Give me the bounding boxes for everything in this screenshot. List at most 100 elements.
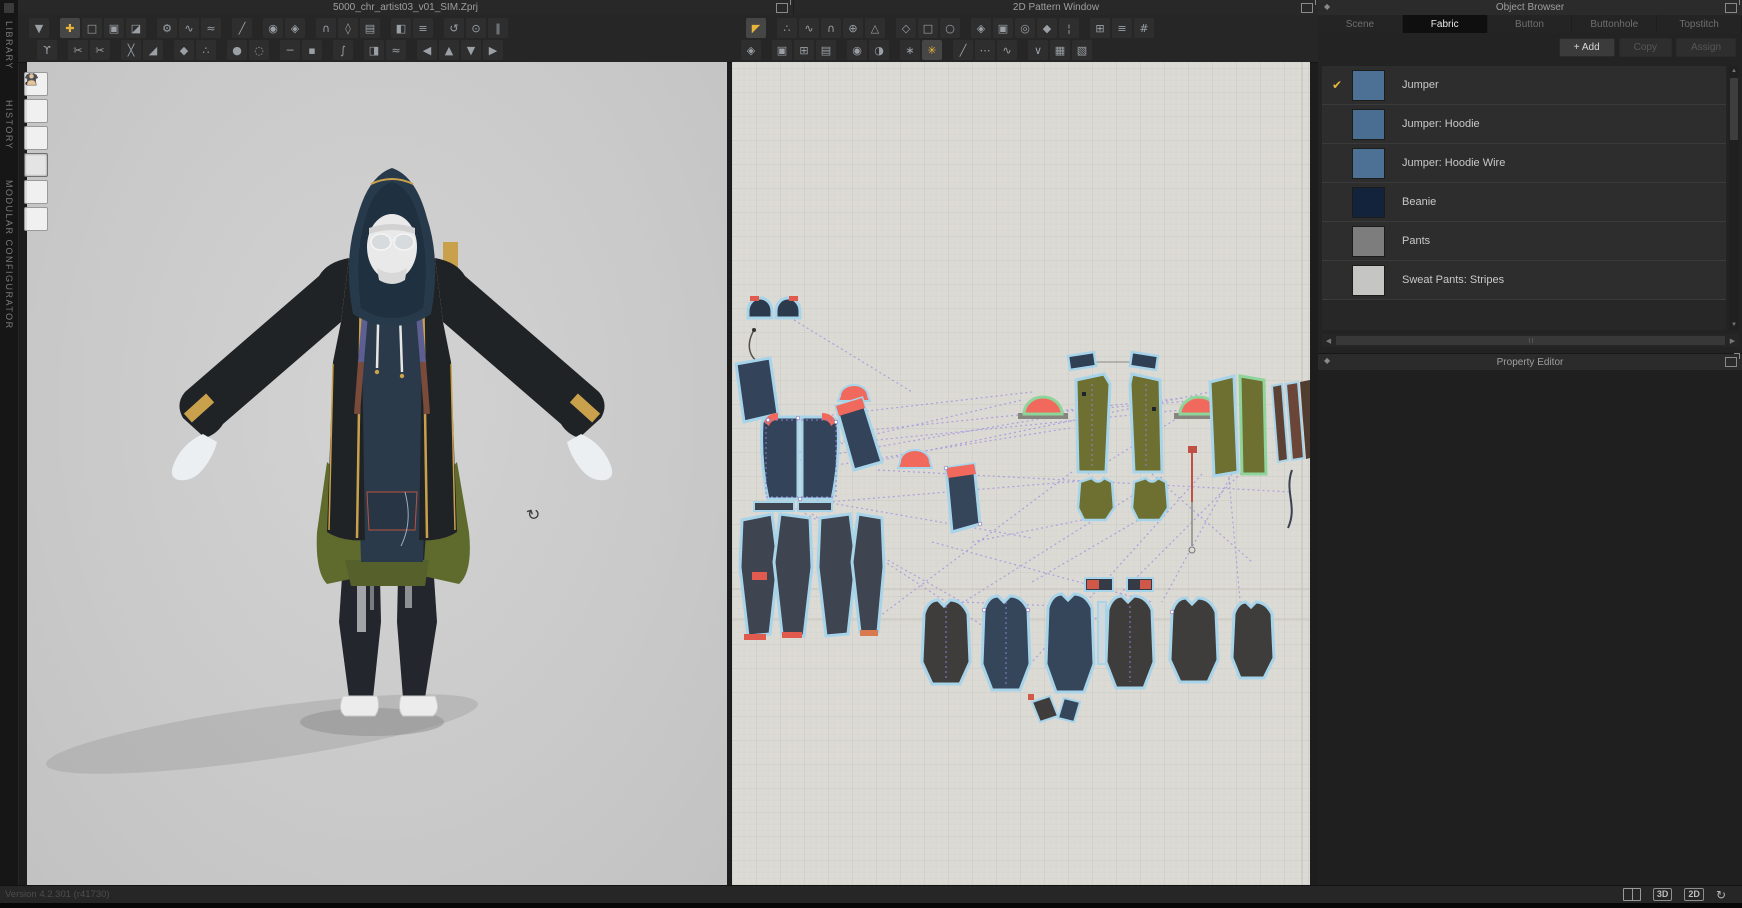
copy-button[interactable]: Copy (1619, 38, 1672, 57)
monochrome-surface-toggle-button[interactable] (24, 180, 48, 204)
hscroll-thumb[interactable] (1336, 336, 1725, 345)
tab-scene[interactable]: Scene (1318, 15, 1402, 33)
scroll-up-icon[interactable]: ▲ (1729, 66, 1739, 76)
stick-seam-tool-button[interactable]: ─ (280, 40, 300, 60)
fabric-swatch[interactable] (1352, 109, 1385, 140)
add-button[interactable]: + Add (1559, 38, 1615, 57)
symmetric-pattern-tool-button[interactable]: ◑ (869, 40, 889, 60)
restore-window-icon[interactable] (776, 3, 788, 13)
fabric-row[interactable]: Sweat Pants: Stripes (1322, 261, 1726, 300)
sync-2d-3d-tool-button[interactable]: ∗ (900, 40, 920, 60)
rail-tab-library[interactable]: LIBRARY (4, 21, 14, 70)
fabric-row[interactable]: Pants (1322, 222, 1726, 261)
base-line-tool-button[interactable]: ¦ (1059, 18, 1079, 38)
wind-controller-tool-button[interactable]: ≈ (386, 40, 406, 60)
property-editor-header[interactable]: ◆ Property Editor (1318, 353, 1742, 371)
fold-arrangement-tool-button[interactable]: ◧ (391, 18, 411, 38)
rectangle-tool-button[interactable]: □ (918, 18, 938, 38)
vscroll-thumb[interactable] (1730, 78, 1738, 140)
free-sewing-3d-tool-button[interactable]: ≈ (201, 18, 221, 38)
fabric-row[interactable]: Jumper: Hoodie (1322, 105, 1726, 144)
lift-left-tool-button[interactable]: ◀ (417, 40, 437, 60)
fabric-row[interactable]: ✔Jumper (1322, 66, 1726, 105)
pin-needle-tool-button[interactable]: ╱ (232, 18, 252, 38)
restore-window-icon[interactable] (1301, 3, 1313, 13)
avatar-pose-tool-button[interactable]: ϒ (37, 40, 57, 60)
select-mesh-tool-button[interactable]: ▣ (104, 18, 124, 38)
fold-panel-tool-button[interactable]: ◨ (364, 40, 384, 60)
unfold-pattern-tool-button[interactable]: ▤ (816, 40, 836, 60)
2d-window-button[interactable]: 2D (1684, 888, 1704, 901)
avatar-skin-toggle-button[interactable] (24, 207, 48, 231)
button-place-tool-button[interactable]: ● (227, 40, 247, 60)
show-internal-lines-toggle-button[interactable] (24, 99, 48, 123)
simulate-tool-button[interactable]: ▼ (29, 18, 49, 38)
textured-surface-toggle-button[interactable] (24, 153, 48, 177)
add-point-split-tool-button[interactable]: ⊕ (843, 18, 863, 38)
edit-contextual-tool-button[interactable]: △ (865, 18, 885, 38)
measure-length-tool-button[interactable]: ◊ (338, 18, 358, 38)
garment-tape-tool-button[interactable]: ▤ (360, 18, 380, 38)
lift-right-tool-button[interactable]: ▶ (483, 40, 503, 60)
sewing-machine-tool-button[interactable]: ⚙ (157, 18, 177, 38)
scroll-right-icon[interactable]: ▶ (1726, 337, 1739, 345)
seam-allowance-tool-button[interactable]: # (1134, 18, 1154, 38)
split-view-icon[interactable] (1623, 888, 1641, 901)
lock-button-tool-button[interactable]: ▪ (302, 40, 322, 60)
notch-tool-button[interactable]: ∨ (1028, 40, 1048, 60)
segment-sewing-tool-button[interactable]: ⋯ (975, 40, 995, 60)
fabric-list-hscrollbar[interactable]: ◀ ▶ (1322, 334, 1739, 347)
viewport-3d[interactable]: ↻ (27, 62, 727, 887)
internal-polygon-tool-button[interactable]: ◈ (971, 18, 991, 38)
tab-button[interactable]: Button (1488, 15, 1572, 33)
copy-pattern-tool-button[interactable]: ⊞ (794, 40, 814, 60)
select-move-tool-button[interactable]: ✚ (60, 18, 80, 38)
assign-button[interactable]: Assign (1676, 38, 1736, 57)
restore-window-icon[interactable] (1725, 3, 1737, 13)
dock-arrow-icon[interactable]: ◆ (1324, 2, 1330, 11)
arrange-to-avatar-tool-button[interactable]: ◈ (741, 40, 761, 60)
pattern-layout-tool-button[interactable]: ▦ (1050, 40, 1070, 60)
rail-tab-history[interactable]: HISTORY (4, 100, 14, 150)
fabric-swatch[interactable] (1352, 187, 1385, 218)
cut-sew-tool-button[interactable]: ╳ (121, 40, 141, 60)
flip-pattern-tool-button[interactable]: ◪ (126, 18, 146, 38)
lift-down-tool-button[interactable]: ▼ (461, 40, 481, 60)
tab-buttonhole[interactable]: Buttonhole (1572, 15, 1656, 33)
tab-topstitch[interactable]: Topstitch (1657, 15, 1741, 33)
transform-pattern-tool-button[interactable]: ◤ (746, 18, 766, 38)
attach-pins-tool-button[interactable]: ◉ (263, 18, 283, 38)
select-box-tool-button[interactable]: □ (82, 18, 102, 38)
zipper-tool-button[interactable]: ∫ (333, 40, 353, 60)
tack-on-avatar-tool-button[interactable]: ◢ (143, 40, 163, 60)
lift-up-tool-button[interactable]: ▲ (439, 40, 459, 60)
scissors-cut-tool-button[interactable]: ✂ (68, 40, 88, 60)
sync-icon[interactable]: ↻ (1716, 889, 1726, 901)
show-sewing-tool-button[interactable]: ✳ (922, 40, 942, 60)
pattern-window-2d[interactable] (732, 62, 1310, 887)
measure-tape-tool-button[interactable]: ∩ (316, 18, 336, 38)
fabric-swatch[interactable] (1352, 70, 1385, 101)
texture-edit-tool-button[interactable]: ▧ (1072, 40, 1092, 60)
menu-icon[interactable] (4, 3, 14, 13)
circle-gizmo-tool-button[interactable]: ⊙ (466, 18, 486, 38)
polygon-tool-button[interactable]: ◇ (896, 18, 916, 38)
scroll-down-icon[interactable]: ▼ (1729, 320, 1739, 330)
internal-circle-tool-button[interactable]: ◎ (1015, 18, 1035, 38)
attach-fabric-tool-button[interactable]: ◈ (285, 18, 305, 38)
3d-window-button[interactable]: 3D (1653, 888, 1673, 901)
internal-rectangle-tool-button[interactable]: ▣ (993, 18, 1013, 38)
edit-curvature-tool-button[interactable]: ∿ (799, 18, 819, 38)
ruler-tool-button[interactable]: ∥ (488, 18, 508, 38)
show-pattern-tool-button[interactable]: ◉ (847, 40, 867, 60)
show-avatar-toggle-button[interactable] (24, 126, 48, 150)
fabric-row[interactable]: Beanie (1322, 183, 1726, 222)
move-pattern-tool-button[interactable]: ▣ (772, 40, 792, 60)
circle-tool-button[interactable]: ○ (940, 18, 960, 38)
restore-window-icon[interactable] (1725, 357, 1737, 367)
edit-pattern-tool-button[interactable]: ∴ (777, 18, 797, 38)
spray-tack-tool-button[interactable]: ∴ (196, 40, 216, 60)
scissors-sew-tool-button[interactable]: ✂ (90, 40, 110, 60)
fabric-swatch[interactable] (1352, 226, 1385, 257)
dart-tool-button[interactable]: ◆ (1037, 18, 1057, 38)
